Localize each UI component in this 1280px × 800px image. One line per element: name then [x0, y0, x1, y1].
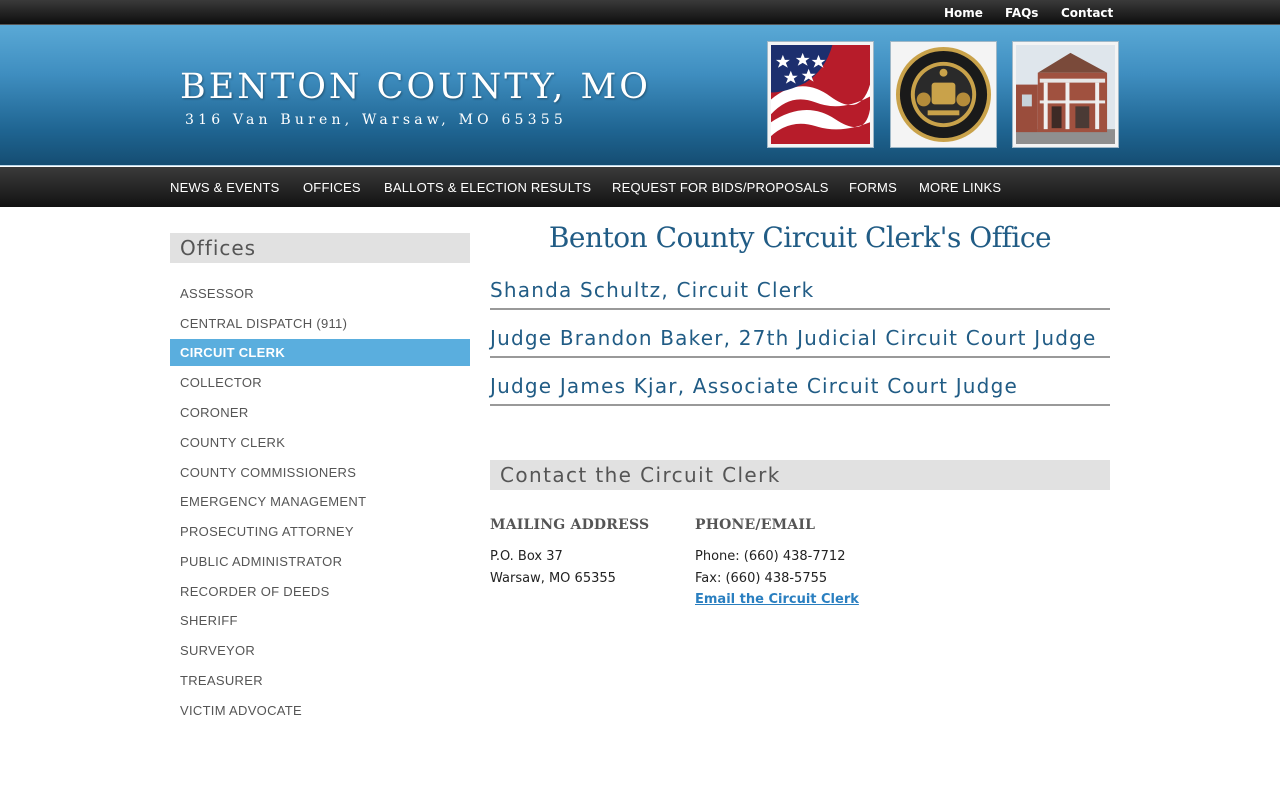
sidebar-item-surveyor[interactable]: SURVEYOR [170, 637, 470, 664]
courthouse-photo [1012, 41, 1119, 148]
top-utility-bar: Home FAQs Contact [0, 0, 1280, 25]
sidebar-item-circuit-clerk[interactable]: CIRCUIT CLERK [170, 339, 470, 366]
sidebar-item-coroner[interactable]: CORONER [170, 399, 470, 426]
courthouse-icon [1016, 45, 1115, 144]
email-circuit-clerk-link[interactable]: Email the Circuit Clerk [695, 592, 859, 607]
sidebar-item-emergency-management[interactable]: EMERGENCY MANAGEMENT [170, 488, 470, 515]
sidebar-item-prosecuting-attorney[interactable]: PROSECUTING ATTORNEY [170, 518, 470, 545]
phone-number: Phone: (660) 438-7712 [695, 549, 846, 564]
sidebar-item-sheriff[interactable]: SHERIFF [170, 607, 470, 634]
top-link-faqs[interactable]: FAQs [1005, 6, 1038, 20]
main-navigation: NEWS & EVENTS OFFICES BALLOTS & ELECTION… [0, 167, 1280, 207]
top-link-contact[interactable]: Contact [1061, 6, 1113, 20]
american-flag-icon [771, 45, 870, 144]
person-link-circuit-clerk[interactable]: Shanda Schultz, Circuit Clerk [490, 278, 1110, 310]
sidebar-item-collector[interactable]: COLLECTOR [170, 369, 470, 396]
contact-heading: Contact the Circuit Clerk [490, 460, 1110, 490]
sidebar-item-recorder-of-deeds[interactable]: RECORDER OF DEEDS [170, 578, 470, 605]
sidebar-item-central-dispatch[interactable]: CENTRAL DISPATCH (911) [170, 310, 470, 337]
state-seal-icon [894, 45, 993, 144]
phone-email-heading: PHONE/EMAIL [695, 517, 816, 533]
sidebar-title: Offices [170, 233, 470, 263]
person-link-circuit-judge[interactable]: Judge Brandon Baker, 27th Judicial Circu… [490, 326, 1110, 358]
mailing-address-heading: MAILING ADDRESS [490, 517, 650, 533]
site-address: 316 Van Buren, Warsaw, MO 65355 [185, 112, 567, 128]
nav-request-for-bids[interactable]: REQUEST FOR BIDS/PROPOSALS [612, 180, 829, 195]
mailing-line-1: P.O. Box 37 [490, 549, 563, 564]
sidebar-item-public-administrator[interactable]: PUBLIC ADMINISTRATOR [170, 548, 470, 575]
american-flag-photo [767, 41, 874, 148]
fax-number: Fax: (660) 438-5755 [695, 571, 828, 586]
site-title[interactable]: BENTON COUNTY, MO [180, 67, 651, 107]
nav-offices[interactable]: OFFICES [303, 180, 361, 195]
missouri-state-seal [890, 41, 997, 148]
sidebar-item-assessor[interactable]: ASSESSOR [170, 280, 470, 307]
site-header: BENTON COUNTY, MO 316 Van Buren, Warsaw,… [0, 25, 1280, 166]
sidebar-item-county-clerk[interactable]: COUNTY CLERK [170, 429, 470, 456]
top-link-home[interactable]: Home [944, 6, 983, 20]
sidebar-item-county-commissioners[interactable]: COUNTY COMMISSIONERS [170, 459, 470, 486]
nav-forms[interactable]: FORMS [849, 180, 897, 195]
nav-news-events[interactable]: NEWS & EVENTS [170, 180, 280, 195]
sidebar-item-victim-advocate[interactable]: VICTIM ADVOCATE [170, 697, 470, 724]
sidebar-item-treasurer[interactable]: TREASURER [170, 667, 470, 694]
mailing-line-2: Warsaw, MO 65355 [490, 571, 616, 586]
nav-more-links[interactable]: MORE LINKS [919, 180, 1001, 195]
person-link-associate-judge[interactable]: Judge James Kjar, Associate Circuit Cour… [490, 374, 1110, 406]
page-title: Benton County Circuit Clerk's Office [548, 221, 1052, 254]
nav-ballots-election-results[interactable]: BALLOTS & ELECTION RESULTS [384, 180, 591, 195]
